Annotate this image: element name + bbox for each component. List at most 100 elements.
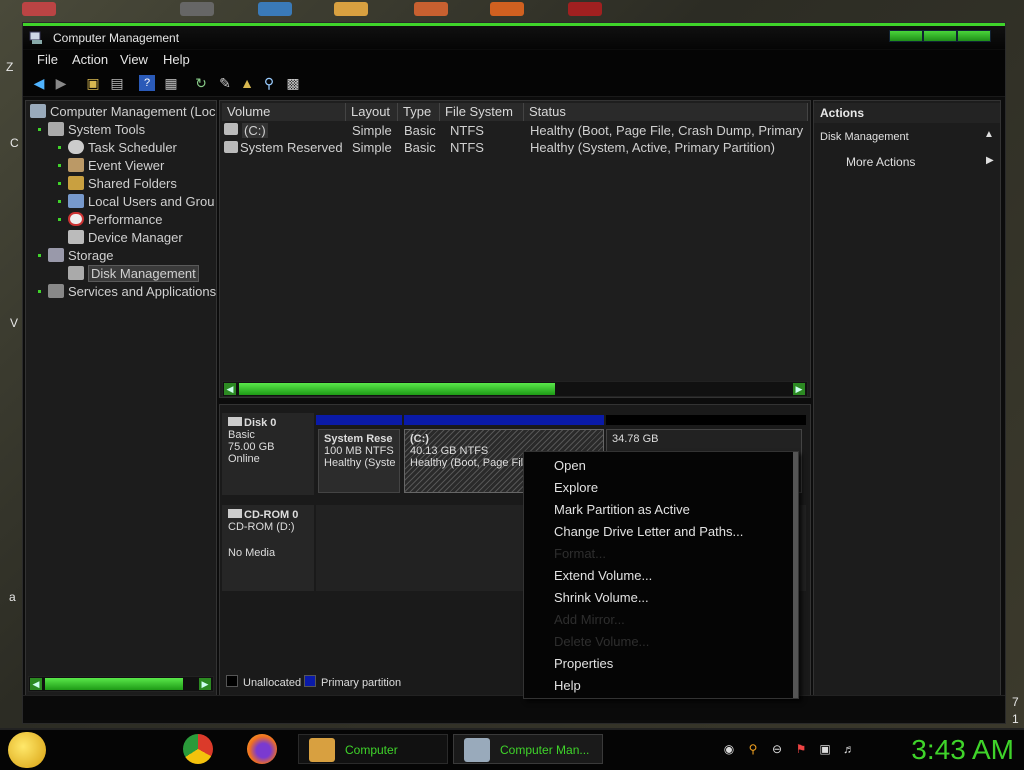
taskbar-clock[interactable]: 3:43 AM xyxy=(911,730,1014,770)
folder-up-icon[interactable]: ▣ xyxy=(85,75,101,91)
scroll-right-icon[interactable]: ▶ xyxy=(199,678,211,690)
desktop-icon[interactable] xyxy=(334,2,368,16)
taskbar-item-label: Computer Man... xyxy=(500,743,590,757)
volume-icon[interactable]: ♬ xyxy=(842,742,856,756)
actions-section-disk-management[interactable]: Disk Management xyxy=(820,131,909,143)
desktop-icon[interactable] xyxy=(180,2,214,16)
taskbar-item-computer[interactable]: Computer xyxy=(298,734,448,764)
show-hide-tree-icon[interactable]: ▤ xyxy=(109,75,125,91)
menu-item-explore[interactable]: Explore xyxy=(554,480,598,495)
legend-label: Primary partition xyxy=(321,677,402,689)
actions-header: Actions xyxy=(814,103,1000,123)
menu-item-mark-active[interactable]: Mark Partition as Active xyxy=(554,502,690,517)
desktop-icon[interactable] xyxy=(258,2,292,16)
fs-cell: NTFS xyxy=(450,140,484,155)
search-icon[interactable]: ⚲ xyxy=(261,75,277,91)
chrome-icon[interactable] xyxy=(183,734,213,764)
column-header-layout[interactable]: Layout xyxy=(346,103,398,121)
firefox-icon[interactable] xyxy=(247,734,277,764)
menu-item-extend-volume[interactable]: Extend Volume... xyxy=(554,568,652,583)
column-header-file-system[interactable]: File System xyxy=(440,103,524,121)
scroll-thumb[interactable] xyxy=(239,383,555,395)
tree-item-performance[interactable]: Performance xyxy=(68,212,162,227)
network-icon[interactable]: ▣ xyxy=(818,742,832,756)
media-icon[interactable]: ◉ xyxy=(722,742,736,756)
desktop-icon[interactable] xyxy=(568,2,602,16)
expand-bullet[interactable] xyxy=(58,146,61,149)
menu-action[interactable]: Action xyxy=(72,52,108,67)
scroll-thumb[interactable] xyxy=(45,678,183,690)
scroll-right-icon[interactable]: ▶ xyxy=(793,383,805,395)
tree-item-system-tools[interactable]: System Tools xyxy=(48,122,145,137)
disk-icon xyxy=(228,417,242,426)
tree-item-task-scheduler[interactable]: Task Scheduler xyxy=(68,140,177,155)
back-arrow-icon[interactable]: ◀ xyxy=(31,75,47,91)
menu-item-open[interactable]: Open xyxy=(554,458,586,473)
refresh-icon[interactable]: ↻ xyxy=(193,75,209,91)
column-header-volume[interactable]: Volume xyxy=(222,103,346,121)
expand-bullet[interactable] xyxy=(38,290,41,293)
tree-item-event-viewer[interactable]: Event Viewer xyxy=(68,158,164,173)
cdrom-0-info[interactable]: CD-ROM 0 CD-ROM (D:) No Media xyxy=(222,505,314,591)
expand-bullet[interactable] xyxy=(58,200,61,203)
tree-item-label: Device Manager xyxy=(88,230,183,245)
tree-item-disk-management[interactable]: Disk Management xyxy=(68,265,199,282)
forward-arrow-icon[interactable]: ▶ xyxy=(53,75,69,91)
disk-0-info[interactable]: Disk 0 Basic 75.00 GB Online xyxy=(222,413,314,495)
desktop-icon[interactable] xyxy=(414,2,448,16)
help-icon[interactable]: ? xyxy=(139,75,155,91)
volume-list-horizontal-scrollbar[interactable]: ◀ ▶ xyxy=(222,381,808,397)
expand-bullet[interactable] xyxy=(58,218,61,221)
context-menu-edge xyxy=(793,452,798,698)
expand-bullet[interactable] xyxy=(58,182,61,185)
open-folder-icon[interactable]: ▲ xyxy=(239,75,255,91)
menu-view[interactable]: View xyxy=(120,52,148,67)
menu-file[interactable]: File xyxy=(37,52,58,67)
tools-icon xyxy=(48,122,64,136)
title-bar[interactable]: Computer Management xyxy=(23,23,1005,49)
volume-cell: (C:) xyxy=(242,123,268,138)
menu-help[interactable]: Help xyxy=(163,52,190,67)
cdrom-0-type: CD-ROM (D:) xyxy=(228,521,295,533)
close-button[interactable] xyxy=(957,30,991,42)
submenu-arrow-icon[interactable]: ▶ xyxy=(986,155,994,166)
desktop-label: Z xyxy=(6,60,14,74)
tree-item-services-applications[interactable]: Services and Applications xyxy=(48,284,216,299)
menu-item-shrink-volume[interactable]: Shrink Volume... xyxy=(554,590,649,605)
settings-icon[interactable]: ▩ xyxy=(285,75,301,91)
computer-folder-icon xyxy=(309,738,335,762)
tree-item-local-users[interactable]: Local Users and Grou xyxy=(68,194,214,209)
desktop-icon[interactable] xyxy=(490,2,524,16)
tree-item-label: Task Scheduler xyxy=(88,140,177,155)
taskbar-item-computer-management[interactable]: Computer Man... xyxy=(453,734,603,764)
search-icon[interactable]: ⚲ xyxy=(746,742,760,756)
menu-item-help[interactable]: Help xyxy=(554,678,581,693)
expand-bullet[interactable] xyxy=(58,164,61,167)
column-header-status[interactable]: Status xyxy=(524,103,808,121)
column-header-type[interactable]: Type xyxy=(398,103,440,121)
minus-circle-icon[interactable]: ⊖ xyxy=(770,742,784,756)
export-icon[interactable]: ✎ xyxy=(217,75,233,91)
scroll-left-icon[interactable]: ◀ xyxy=(224,383,236,395)
computer-management-icon xyxy=(464,738,490,762)
desktop-icon[interactable] xyxy=(22,2,56,16)
tree-root[interactable]: Computer Management (Loc xyxy=(30,104,215,119)
partition-system-reserved[interactable]: System Rese 100 MB NTFS Healthy (Syste xyxy=(318,429,400,493)
desktop-label: a xyxy=(9,590,16,604)
properties-icon[interactable]: ▦ xyxy=(163,75,179,91)
more-actions-item[interactable]: More Actions xyxy=(846,155,915,169)
collapse-arrow-icon[interactable]: ▲ xyxy=(984,129,994,140)
expand-bullet[interactable] xyxy=(38,128,41,131)
tree-item-device-manager[interactable]: Device Manager xyxy=(68,230,183,245)
action-center-flag-icon[interactable]: ⚑ xyxy=(794,742,808,756)
menu-item-change-drive-letter[interactable]: Change Drive Letter and Paths... xyxy=(554,524,743,539)
expand-bullet[interactable] xyxy=(38,254,41,257)
tree-horizontal-scrollbar[interactable]: ◀ ▶ xyxy=(28,676,214,692)
menu-item-properties[interactable]: Properties xyxy=(554,656,613,671)
scroll-left-icon[interactable]: ◀ xyxy=(30,678,42,690)
tree-item-storage[interactable]: Storage xyxy=(48,248,114,263)
tree-item-shared-folders[interactable]: Shared Folders xyxy=(68,176,177,191)
minimize-button[interactable] xyxy=(889,30,923,42)
maximize-button[interactable] xyxy=(923,30,957,42)
start-button-smiley-icon[interactable] xyxy=(8,732,46,768)
